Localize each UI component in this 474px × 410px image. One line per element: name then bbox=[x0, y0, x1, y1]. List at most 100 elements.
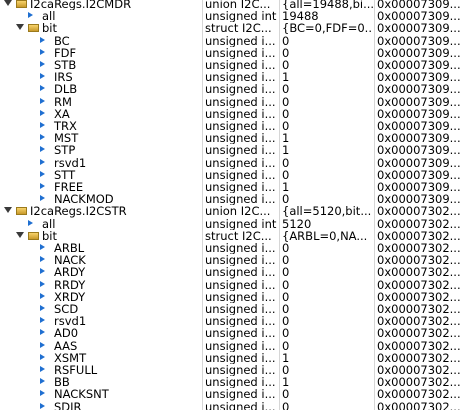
expression-type: unsigned i... bbox=[205, 83, 276, 96]
expression-row[interactable]: all unsigned int 19488 0x00007309... bbox=[0, 10, 474, 22]
expression-value[interactable]: 0 bbox=[282, 47, 373, 59]
expression-value[interactable]: 1 bbox=[282, 132, 373, 144]
expression-value[interactable]: 0 bbox=[282, 364, 373, 376]
expression-type: unsigned i... bbox=[205, 144, 276, 157]
expression-row[interactable]: rsvd1 unsigned i... 0 0x00007302... bbox=[0, 315, 474, 327]
expression-value[interactable]: 0 bbox=[282, 169, 373, 181]
expression-row[interactable]: NACKMOD unsigned i... 0 0x00007309... bbox=[0, 193, 474, 205]
expression-row[interactable]: AD0 unsigned i... 0 0x00007302... bbox=[0, 327, 474, 340]
field-variable-icon bbox=[40, 292, 45, 299]
field-variable-icon bbox=[40, 85, 45, 92]
expression-row[interactable]: I2caRegs.I2CSTR union I2C... {all=5120,bit… bbox=[0, 205, 474, 218]
expression-type: unsigned i... bbox=[205, 156, 276, 169]
expression-value[interactable]: 0 bbox=[282, 157, 373, 169]
expression-row[interactable]: STP unsigned i... 1 0x00007309... bbox=[0, 144, 474, 157]
expand-toggle-icon[interactable] bbox=[4, 207, 12, 214]
expression-value[interactable]: 0 bbox=[282, 327, 373, 339]
expression-row[interactable]: bit struct I2C... {BC=0,FDF=0... 0x00007309… bbox=[0, 22, 474, 35]
expression-value[interactable]: 0 bbox=[282, 59, 373, 71]
expression-value[interactable]: 1 bbox=[282, 352, 373, 364]
expression-name: XRDY bbox=[54, 290, 86, 303]
expression-row[interactable]: ARDY unsigned i... 0 0x00007302... bbox=[0, 266, 474, 279]
expression-value[interactable]: 5120 bbox=[282, 218, 373, 230]
field-variable-icon bbox=[40, 353, 45, 360]
expression-value[interactable]: 0 bbox=[282, 315, 373, 327]
expression-row[interactable]: RM unsigned i... 0 0x00007309... bbox=[0, 96, 474, 108]
expression-name: AD0 bbox=[54, 327, 79, 340]
expression-value[interactable]: 0 bbox=[282, 266, 373, 278]
field-variable-icon bbox=[40, 195, 45, 202]
expression-row[interactable]: bit struct I2C... {ARBL=0,NA... 0x00007302.… bbox=[0, 230, 474, 242]
expression-value[interactable]: 0 bbox=[282, 254, 373, 266]
expression-location: 0x00007309... bbox=[377, 71, 461, 84]
expression-row[interactable]: NACKSNT unsigned i... 0 0x00007302... bbox=[0, 388, 474, 401]
expression-row[interactable]: MST unsigned i... 1 0x00007309... bbox=[0, 132, 474, 144]
expression-row[interactable]: IRS unsigned i... 1 0x00007309... bbox=[0, 71, 474, 83]
expression-value[interactable]: 0 bbox=[282, 193, 373, 205]
expression-location: 0x00007309... bbox=[377, 193, 461, 206]
expression-value[interactable]: 0 bbox=[282, 340, 373, 352]
expression-row[interactable]: RRDY unsigned i... 0 0x00007302... bbox=[0, 279, 474, 291]
expression-row[interactable]: I2caRegs.I2CMDR union I2C... {all=19488,bi… bbox=[0, 0, 474, 10]
expression-row[interactable]: FDF unsigned i... 0 0x00007309... bbox=[0, 47, 474, 59]
expression-value[interactable]: 0 bbox=[282, 388, 373, 400]
expression-row[interactable]: AAS unsigned i... 0 0x00007302... bbox=[0, 340, 474, 352]
expression-location: 0x00007302... bbox=[377, 339, 461, 352]
expression-value[interactable]: 0 bbox=[282, 83, 373, 95]
expression-type: unsigned i... bbox=[205, 107, 276, 120]
expression-type: unsigned i... bbox=[205, 181, 276, 194]
expression-name: I2caRegs.I2CSTR bbox=[30, 205, 127, 218]
expression-value[interactable]: {all=5120,bit... bbox=[282, 205, 373, 217]
expression-name: BB bbox=[54, 376, 70, 389]
expression-name: I2caRegs.I2CMDR bbox=[30, 0, 132, 11]
expression-name-cell: XSMT bbox=[0, 352, 201, 364]
expression-row[interactable]: RSFULL unsigned i... 0 0x00007302... bbox=[0, 364, 474, 376]
expression-name-cell: NACK bbox=[0, 254, 201, 266]
expression-value[interactable]: 19488 bbox=[282, 10, 373, 22]
expression-value[interactable]: 1 bbox=[282, 376, 373, 388]
expression-location: 0x00007309... bbox=[377, 10, 461, 23]
expression-name: XA bbox=[54, 107, 70, 120]
expression-value[interactable]: {all=19488,bi... bbox=[282, 0, 373, 10]
expression-value[interactable]: 1 bbox=[282, 144, 373, 156]
expand-toggle-icon[interactable] bbox=[16, 231, 24, 238]
expression-location: 0x00007302... bbox=[377, 278, 461, 291]
expression-value[interactable]: 0 bbox=[282, 303, 373, 315]
expression-type: unsigned i... bbox=[205, 254, 276, 267]
expression-value[interactable]: 0 bbox=[282, 120, 373, 132]
expression-value[interactable]: 1 bbox=[282, 71, 373, 83]
expression-value[interactable]: 0 bbox=[282, 96, 373, 108]
expression-row[interactable]: TRX unsigned i... 0 0x00007309... bbox=[0, 120, 474, 132]
expression-row[interactable]: SCD unsigned i... 0 0x00007302... bbox=[0, 303, 474, 315]
expression-value[interactable]: 0 bbox=[282, 401, 373, 410]
expand-toggle-icon[interactable] bbox=[16, 24, 24, 31]
expression-row[interactable]: XSMT unsigned i... 1 0x00007302... bbox=[0, 352, 474, 364]
expression-value[interactable]: 0 bbox=[282, 279, 373, 291]
expression-name: DLB bbox=[54, 83, 78, 96]
expression-row[interactable]: ARBL unsigned i... 0 0x00007302... bbox=[0, 242, 474, 254]
expression-row[interactable]: STT unsigned i... 0 0x00007309... bbox=[0, 169, 474, 181]
expression-value[interactable]: 0 bbox=[282, 291, 373, 303]
expression-value[interactable]: 0 bbox=[282, 108, 373, 120]
field-variable-icon bbox=[40, 268, 45, 275]
expression-row[interactable]: FREE unsigned i... 1 0x00007309... bbox=[0, 181, 474, 193]
expression-name-cell: AAS bbox=[0, 340, 201, 352]
expression-row[interactable]: BC unsigned i... 0 0x00007309... bbox=[0, 35, 474, 47]
expression-value[interactable]: 0 bbox=[282, 242, 373, 254]
expression-row[interactable]: rsvd1 unsigned i... 0 0x00007309... bbox=[0, 157, 474, 169]
expression-value[interactable]: 1 bbox=[282, 181, 373, 193]
expand-toggle-icon[interactable] bbox=[4, 0, 12, 6]
expression-row[interactable]: NACK unsigned i... 0 0x00007302... bbox=[0, 254, 474, 266]
expression-value[interactable]: 0 bbox=[282, 35, 373, 47]
expression-value[interactable]: {ARBL=0,NA... bbox=[282, 230, 373, 242]
expression-value[interactable]: {BC=0,FDF=0... bbox=[282, 22, 373, 34]
expression-name-cell: BC bbox=[0, 35, 201, 47]
expression-row[interactable]: STB unsigned i... 0 0x00007309... bbox=[0, 59, 474, 71]
expression-row[interactable]: XRDY unsigned i... 0 0x00007302... bbox=[0, 291, 474, 303]
expression-row[interactable]: DLB unsigned i... 0 0x00007309... bbox=[0, 83, 474, 96]
expression-row[interactable]: XA unsigned i... 0 0x00007309... bbox=[0, 108, 474, 120]
expression-row[interactable]: BB unsigned i... 1 0x00007302... bbox=[0, 376, 474, 388]
field-variable-icon bbox=[40, 244, 45, 250]
expression-row[interactable]: SDIR unsigned i... 0 0x00007302... bbox=[0, 401, 474, 410]
expression-row[interactable]: all unsigned int 5120 0x00007302... bbox=[0, 218, 474, 230]
